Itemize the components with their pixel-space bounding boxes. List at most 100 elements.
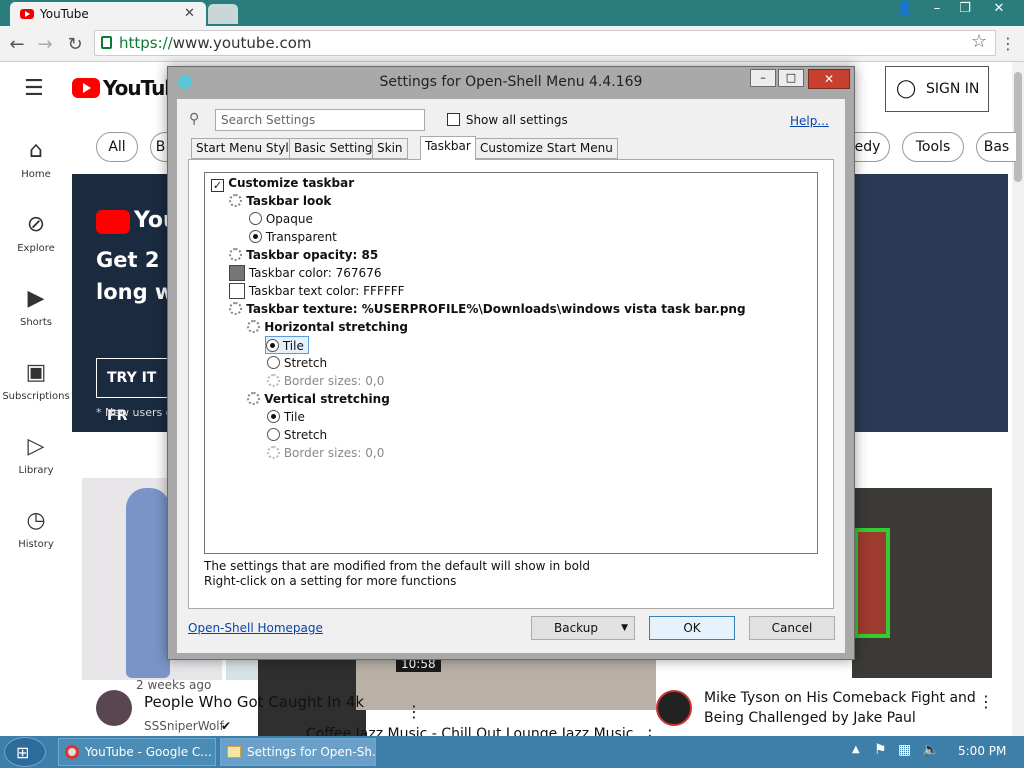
browser-tab-bar: YouTube ✕ 👤 – ❐ ✕ (0, 0, 1024, 26)
restore-window-button[interactable]: ❐ (950, 0, 980, 20)
close-button[interactable]: ✕ (808, 69, 850, 89)
tab-basic-settings[interactable]: Basic Settings (289, 138, 384, 159)
sign-in-button[interactable]: ◯ SIGN IN (885, 66, 989, 112)
tab-taskbar[interactable]: Taskbar (420, 136, 476, 160)
url-text: https://www.youtube.com (119, 34, 312, 52)
lock-icon (101, 36, 112, 49)
text-color-swatch-icon (229, 283, 245, 299)
youtube-logo-icon[interactable] (72, 78, 100, 98)
bookmark-star-icon[interactable]: ☆ (971, 31, 987, 52)
vertical-stretching-item[interactable]: Vertical stretching (247, 390, 390, 408)
taskbar-color-item[interactable]: Taskbar color: 767676 (229, 264, 381, 282)
taskbar-item-chrome[interactable]: YouTube - Google C... (58, 738, 216, 766)
page-scrollbar[interactable] (1012, 62, 1024, 736)
horizontal-stretching-item[interactable]: Horizontal stretching (247, 318, 408, 336)
gear-icon (247, 320, 260, 333)
help-link[interactable]: Help... (790, 114, 829, 128)
search-icon: ⚲ (189, 111, 200, 127)
chip-all[interactable]: All (96, 132, 138, 162)
taskbar-opacity-item[interactable]: Taskbar opacity: 85 (229, 246, 378, 264)
user-icon[interactable]: 👤 (890, 0, 920, 20)
dropdown-arrow-icon: ▼ (621, 623, 628, 633)
customize-taskbar-item[interactable]: ✓ Customize taskbar (211, 174, 354, 192)
more-options-icon[interactable]: ⋮ (406, 702, 422, 721)
homepage-link[interactable]: Open-Shell Homepage (188, 621, 323, 635)
video-title[interactable]: Mike Tyson on His Comeback Fight and (704, 690, 976, 706)
action-center-icon[interactable]: ⚑ (874, 742, 887, 758)
network-icon[interactable]: ▦ (898, 742, 911, 758)
taskbar-item-settings[interactable]: Settings for Open-Sh... (220, 738, 376, 766)
tab-start-menu-style[interactable]: Start Menu Style (191, 138, 302, 159)
show-hidden-icons-icon[interactable]: ▲ (852, 744, 860, 755)
radio-icon (249, 212, 262, 225)
backup-button[interactable]: Backup ▼ (531, 616, 635, 640)
horizontal-border-sizes-item[interactable]: Border sizes: 0,0 (267, 372, 384, 390)
radio-icon (267, 428, 280, 441)
video-title-line-2[interactable]: Being Challenged by Jake Paul (704, 710, 916, 726)
tab-customize-start-menu[interactable]: Customize Start Menu (475, 138, 618, 159)
cancel-button[interactable]: Cancel (749, 616, 835, 640)
avatar[interactable] (96, 690, 132, 726)
sidebar-item-subscriptions[interactable]: ▣ Subscriptions (0, 360, 72, 402)
maximize-button[interactable]: □ (778, 69, 804, 87)
tab-youtube[interactable]: YouTube ✕ (10, 2, 206, 26)
try-it-free-button[interactable]: TRY IT FR (96, 358, 176, 424)
more-options-icon[interactable]: ⋮ (978, 692, 994, 711)
clock[interactable]: 5:00 PM (958, 744, 1006, 758)
show-all-checkbox[interactable]: Show all settings (447, 113, 568, 127)
chrome-icon (65, 745, 79, 759)
ok-button[interactable]: OK (649, 616, 735, 640)
taskbar-look-item[interactable]: Taskbar look (229, 192, 331, 210)
home-icon: ⌂ (29, 138, 43, 163)
sidebar-item-library[interactable]: ▷ Library (0, 434, 72, 476)
radio-selected-icon (266, 339, 279, 352)
tab-title: YouTube (40, 7, 89, 21)
sidebar-item-explore[interactable]: ⊘ Explore (0, 212, 72, 254)
minimize-button[interactable]: – (750, 69, 776, 87)
minimize-window-button[interactable]: – (922, 0, 952, 20)
avatar[interactable] (656, 690, 692, 726)
radio-selected-icon (249, 230, 262, 243)
windows-taskbar: ⊞ YouTube - Google C... Settings for Ope… (0, 736, 1024, 768)
show-all-label: Show all settings (465, 113, 568, 127)
gear-icon (229, 248, 242, 261)
close-window-button[interactable]: ✕ (984, 0, 1014, 20)
start-button[interactable]: ⊞ (4, 737, 46, 767)
horizontal-tile-radio[interactable]: Tile (265, 336, 309, 354)
verified-icon: ✔ (221, 719, 232, 733)
forward-icon[interactable]: → (34, 34, 56, 55)
sidebar-item-history[interactable]: ◷ History (0, 508, 72, 550)
taskbar-texture-item[interactable]: Taskbar texture: %USERPROFILE%\Downloads… (229, 300, 746, 318)
chip-tools[interactable]: Tools (902, 132, 964, 162)
sidebar-item-shorts[interactable]: ▶ Shorts (0, 286, 72, 328)
browser-menu-icon[interactable]: ⋮ (1000, 34, 1016, 53)
video-thumbnail[interactable] (852, 488, 992, 678)
vertical-border-sizes-item[interactable]: Border sizes: 0,0 (267, 444, 384, 462)
horizontal-stretch-radio[interactable]: Stretch (267, 354, 327, 372)
compass-icon: ⊘ (26, 212, 46, 237)
chip-basketball[interactable]: Bas (976, 132, 1016, 162)
gear-icon (267, 446, 280, 459)
settings-tree: ✓ Customize taskbar Taskbar look Opaque … (204, 172, 818, 554)
reload-icon[interactable]: ↻ (64, 34, 86, 55)
tab-skin[interactable]: Skin (372, 138, 408, 159)
youtube-favicon-icon (20, 9, 34, 19)
volume-icon[interactable]: 🔈 (922, 742, 939, 758)
channel-name[interactable]: SSSniperWolf (144, 719, 224, 733)
library-icon: ▷ (27, 434, 45, 459)
taskbar-text-color-item[interactable]: Taskbar text color: FFFFFF (229, 282, 405, 300)
close-tab-icon[interactable]: ✕ (184, 6, 195, 21)
search-input[interactable]: Search Settings (215, 109, 425, 131)
opaque-radio[interactable]: Opaque (249, 210, 313, 228)
hamburger-menu-icon[interactable]: ☰ (24, 76, 44, 101)
banner-footnote: * New users o (96, 406, 173, 419)
gear-icon (229, 302, 242, 315)
sidebar-item-home[interactable]: ⌂ Home (0, 138, 72, 180)
back-icon[interactable]: ← (6, 34, 28, 55)
new-tab-button[interactable] (208, 4, 238, 24)
video-title[interactable]: People Who Got Caught In 4k (144, 693, 364, 711)
vertical-stretch-radio[interactable]: Stretch (267, 426, 327, 444)
vertical-tile-radio[interactable]: Tile (267, 408, 305, 426)
transparent-radio[interactable]: Transparent (249, 228, 337, 246)
address-bar[interactable]: https://www.youtube.com ☆ (94, 30, 996, 56)
